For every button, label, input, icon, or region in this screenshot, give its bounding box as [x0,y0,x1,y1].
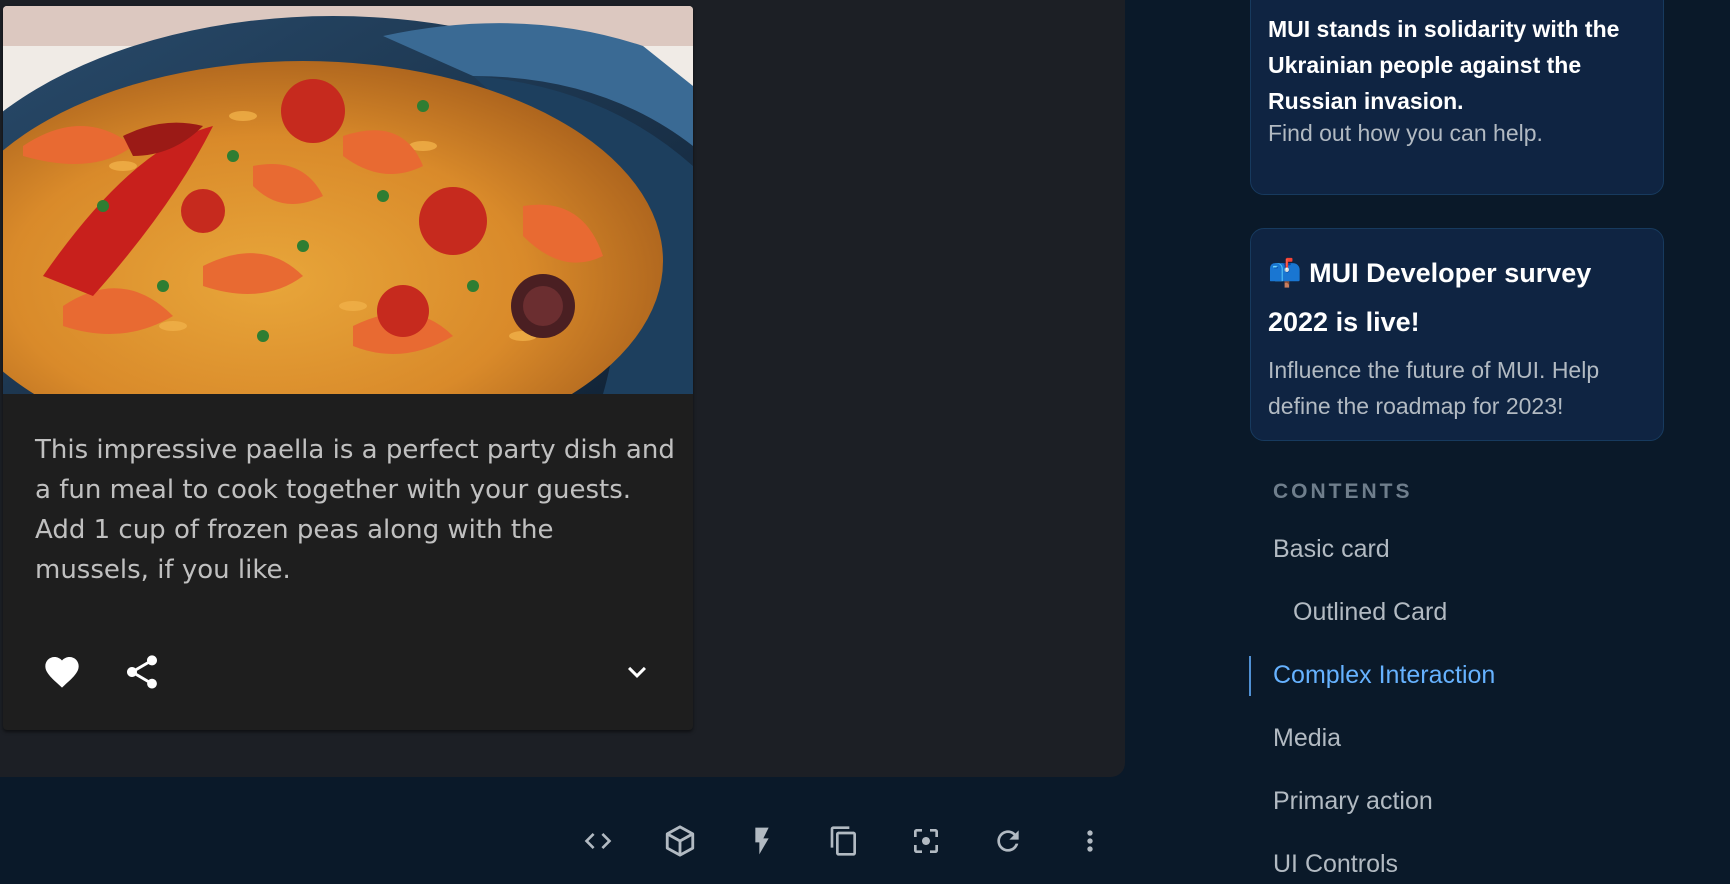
survey-banner-subtitle: Influence the future of MUI. Help define… [1268,357,1600,419]
toc-item-basic-card[interactable]: Basic card [1273,535,1390,564]
cube-icon [665,825,695,857]
toc-item-primary-action[interactable]: Primary action [1273,787,1433,816]
screenshot-icon [914,829,938,853]
survey-banner-title: 📫 MUI Developer survey 2022 is live! [1268,249,1648,347]
codesandbox-button[interactable] [652,813,708,869]
chevron-down-icon [628,666,646,678]
share-button[interactable] [112,642,172,702]
copy-source-button[interactable] [816,813,872,869]
survey-banner-title-text: MUI Developer survey 2022 is live! [1268,258,1592,337]
demo-toolbar [570,813,1110,869]
paella-image [3,6,693,394]
contents-heading: CONTENTS [1273,480,1413,503]
expand-button[interactable] [607,642,667,702]
toc-active-marker [1249,656,1251,696]
reset-focus-button[interactable] [898,813,954,869]
toc-item-outlined-card[interactable]: Outlined Card [1293,598,1447,627]
demo-area: This impressive paella is a perfect part… [0,0,1125,777]
recipe-card: This impressive paella is a perfect part… [3,6,693,730]
copy-icon [830,826,856,856]
refresh-icon [997,830,1019,852]
more-vert-icon [1087,830,1093,852]
toc-item-complex-interaction[interactable]: Complex Interaction [1273,661,1495,690]
more-actions-button[interactable] [1062,813,1118,869]
toc-item-ui-controls[interactable]: UI Controls [1273,850,1398,879]
mailbox-icon: 📫 [1268,258,1302,288]
reset-demo-button[interactable] [980,813,1036,869]
bolt-icon [755,827,769,855]
ukraine-banner-title: MUI stands in solidarity with the Ukrain… [1268,16,1620,114]
ukraine-banner[interactable]: MUI stands in solidarity with the Ukrain… [1250,0,1664,195]
share-icon [127,655,157,689]
card-description: This impressive paella is a perfect part… [35,435,675,585]
favorite-button[interactable] [32,642,92,702]
stackblitz-button[interactable] [734,813,790,869]
ukraine-banner-link[interactable]: Find out how you can help. [1268,120,1543,147]
toggle-code-button[interactable] [570,813,626,869]
code-icon [584,833,612,849]
survey-banner[interactable]: 📫 MUI Developer survey 2022 is live! Inf… [1250,228,1664,441]
heart-icon [45,657,79,688]
toc-item-media[interactable]: Media [1273,724,1341,753]
